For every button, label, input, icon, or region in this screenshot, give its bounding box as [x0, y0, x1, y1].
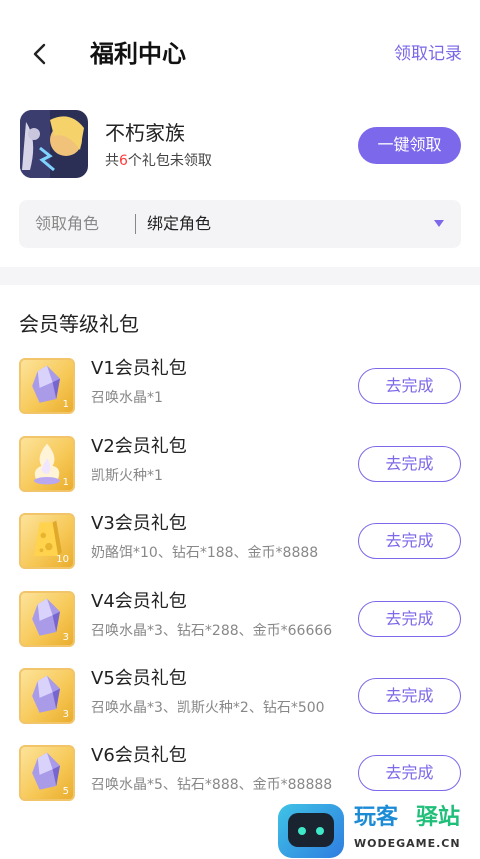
- chevron-left-icon: [33, 43, 46, 65]
- crystal-icon: 3: [19, 668, 75, 724]
- role-selector[interactable]: 领取角色 绑定角色: [19, 200, 461, 248]
- game-avatar: [20, 110, 88, 178]
- complete-button[interactable]: 去完成: [358, 446, 461, 482]
- role-value: 绑定角色: [147, 214, 212, 233]
- crystal-icon: 3: [19, 591, 75, 647]
- package-row: 3 V5会员礼包 召唤水晶*3、凯斯火种*2、钻石*500 去完成: [0, 668, 480, 744]
- package-items: 召唤水晶*3、凯斯火种*2、钻石*500: [91, 700, 325, 716]
- package-row: 1 V1会员礼包 召唤水晶*1 去完成: [0, 358, 480, 434]
- section-divider: [0, 267, 480, 285]
- package-items: 召唤水晶*1: [91, 390, 163, 406]
- complete-button[interactable]: 去完成: [358, 678, 461, 714]
- flame-icon: 1: [19, 436, 75, 492]
- role-label: 领取角色: [35, 214, 100, 233]
- package-name: V3会员礼包: [91, 513, 187, 534]
- robot-logo-icon: [278, 804, 344, 858]
- back-button[interactable]: [24, 36, 56, 72]
- unclaimed-count-text: 共6个礼包未领取: [105, 153, 212, 169]
- package-name: V6会员礼包: [91, 745, 187, 766]
- complete-button[interactable]: 去完成: [358, 755, 461, 791]
- complete-button[interactable]: 去完成: [358, 601, 461, 637]
- section-title: 会员等级礼包: [19, 312, 139, 336]
- crystal-icon: 5: [19, 745, 75, 801]
- site-watermark: 玩客 驿站 WODEGAME.CN: [274, 802, 480, 859]
- package-row: 3 V4会员礼包 召唤水晶*3、钻石*288、金币*66666 去完成: [0, 591, 480, 667]
- claim-all-button[interactable]: 一键领取: [358, 127, 461, 164]
- package-name: V4会员礼包: [91, 591, 187, 612]
- package-row: 10 V3会员礼包 奶酪饵*10、钻石*188、金币*8888 去完成: [0, 513, 480, 589]
- header: 福利中心 领取记录: [0, 0, 480, 90]
- page-title: 福利中心: [90, 40, 186, 68]
- complete-button[interactable]: 去完成: [358, 368, 461, 404]
- unclaimed-count: 6: [119, 153, 128, 169]
- package-items: 奶酪饵*10、钻石*188、金币*8888: [91, 545, 319, 561]
- claim-record-link[interactable]: 领取记录: [394, 40, 462, 68]
- package-name: V2会员礼包: [91, 436, 187, 457]
- cheese-icon: 10: [19, 513, 75, 569]
- watermark-url: WODEGAME.CN: [354, 837, 461, 850]
- package-row: 1 V2会员礼包 凯斯火种*1 去完成: [0, 436, 480, 512]
- package-name: V5会员礼包: [91, 668, 187, 689]
- role-separator: [135, 214, 136, 234]
- complete-button[interactable]: 去完成: [358, 523, 461, 559]
- package-name: V1会员礼包: [91, 358, 187, 379]
- package-items: 召唤水晶*5、钻石*888、金币*88888: [91, 777, 333, 793]
- package-items: 召唤水晶*3、钻石*288、金币*66666: [91, 623, 333, 639]
- crystal-icon: 1: [19, 358, 75, 414]
- watermark-title-part2: 驿站: [416, 805, 461, 830]
- watermark-title-part1: 玩客: [354, 805, 399, 830]
- game-name: 不朽家族: [105, 121, 185, 145]
- package-items: 凯斯火种*1: [91, 468, 163, 484]
- dropdown-caret-icon[interactable]: [434, 220, 444, 227]
